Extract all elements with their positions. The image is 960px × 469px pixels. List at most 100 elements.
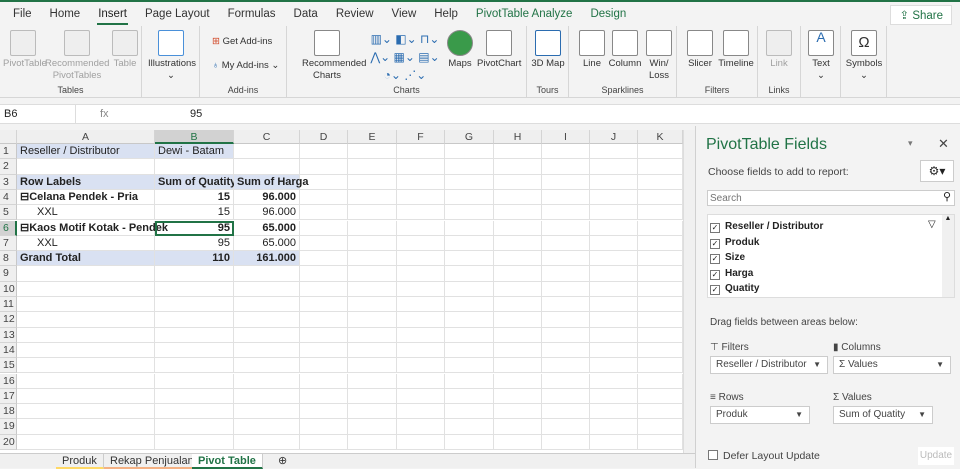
cell-e10[interactable] <box>348 281 397 297</box>
column-header-c[interactable]: C <box>234 130 300 144</box>
cell-g18[interactable] <box>445 404 494 420</box>
column-header-j[interactable]: J <box>590 130 638 144</box>
cell-g15[interactable] <box>445 358 494 374</box>
cell-b13[interactable] <box>155 327 234 343</box>
cell-i9[interactable] <box>542 266 590 282</box>
cell-i18[interactable] <box>542 404 590 420</box>
cell-b7[interactable]: 95 <box>155 235 234 252</box>
checkbox-checked-icon[interactable]: ✓ <box>710 254 720 264</box>
tab-review[interactable]: Review <box>327 3 383 25</box>
pivotchart-button[interactable]: PivotChart <box>477 30 521 70</box>
row-header[interactable]: 6 <box>0 220 17 236</box>
table-button[interactable]: Table <box>111 30 139 70</box>
cell-k16[interactable] <box>638 373 683 389</box>
checkbox-checked-icon[interactable]: ✓ <box>710 270 720 280</box>
cell-i12[interactable] <box>542 312 590 328</box>
row-header[interactable]: 17 <box>0 388 17 405</box>
row-header[interactable]: 2 <box>0 159 17 175</box>
cell-j11[interactable] <box>590 297 638 313</box>
cell-g6[interactable] <box>445 220 494 236</box>
cell-d11[interactable] <box>300 297 348 313</box>
cell-h13[interactable] <box>494 327 542 343</box>
cell-j6[interactable] <box>590 220 638 236</box>
cell-j15[interactable] <box>590 358 638 374</box>
cell-b4[interactable]: 15 <box>155 189 234 206</box>
cell-j20[interactable] <box>590 434 638 450</box>
cell-h16[interactable] <box>494 373 542 389</box>
tab-home[interactable]: Home <box>41 3 90 25</box>
field-list-scrollbar[interactable]: ▲ <box>942 215 954 297</box>
cell-f19[interactable] <box>397 419 445 435</box>
cell-k19[interactable] <box>638 419 683 435</box>
cell-f8[interactable] <box>397 251 445 267</box>
cell-j8[interactable] <box>590 251 638 267</box>
cell-g16[interactable] <box>445 373 494 389</box>
row-header[interactable]: 19 <box>0 419 17 435</box>
cell-c14[interactable] <box>234 342 300 359</box>
cell-b1[interactable]: Dewi - Batam <box>155 144 234 160</box>
cell-i1[interactable] <box>542 144 590 160</box>
cell-i6[interactable] <box>542 220 590 236</box>
cell-f1[interactable] <box>397 144 445 160</box>
cell-c13[interactable] <box>234 327 300 343</box>
cell-j13[interactable] <box>590 327 638 343</box>
cell-g2[interactable] <box>445 159 494 175</box>
cell-c18[interactable] <box>234 404 300 420</box>
cell-e12[interactable] <box>348 312 397 328</box>
cell-j16[interactable] <box>590 373 638 389</box>
cell-c9[interactable] <box>234 266 300 282</box>
cell-j18[interactable] <box>590 404 638 420</box>
chevron-down-icon[interactable]: ▼ <box>795 407 803 423</box>
recommended-pivottables-button[interactable]: Recommended PivotTables <box>45 30 109 82</box>
get-addins-button[interactable]: ⊞ Get Add-ins <box>212 36 272 48</box>
cell-a7[interactable]: XXL <box>17 235 155 252</box>
insert-function-icon[interactable]: fx <box>100 108 109 120</box>
values-field-pill[interactable]: Sum of Quatity ▼ <box>833 406 933 424</box>
cell-b18[interactable] <box>155 404 234 420</box>
cell-b16[interactable] <box>155 373 234 389</box>
cell-b6[interactable]: 95 <box>155 220 234 236</box>
cell-h8[interactable] <box>494 251 542 267</box>
cell-i14[interactable] <box>542 342 590 359</box>
chevron-down-icon[interactable]: ▼ <box>936 357 944 373</box>
symbols-button[interactable]: Ω Symbols ⌄ <box>845 30 883 82</box>
cell-h20[interactable] <box>494 434 542 450</box>
vertical-scrollbar[interactable] <box>683 130 695 453</box>
cell-c1[interactable] <box>234 144 300 160</box>
cell-e11[interactable] <box>348 297 397 313</box>
row-header[interactable]: 12 <box>0 312 17 328</box>
cell-a6[interactable]: ⊟Kaos Motif Kotak - Pendek <box>17 220 168 236</box>
cell-a9[interactable] <box>17 266 155 282</box>
cell-f13[interactable] <box>397 327 445 343</box>
cell-e3[interactable] <box>348 174 397 190</box>
row-header[interactable]: 8 <box>0 251 17 267</box>
cell-b3[interactable]: Sum of Quatity <box>155 174 236 190</box>
checkbox-unchecked-icon[interactable] <box>708 450 718 460</box>
illustrations-button[interactable]: Illustrations ⌄ <box>148 30 196 82</box>
filters-field-pill[interactable]: Reseller / Distributor ▼ <box>710 356 828 374</box>
tab-pivottable-analyze[interactable]: PivotTable Analyze <box>467 3 582 25</box>
cell-b14[interactable] <box>155 342 234 359</box>
cell-g3[interactable] <box>445 174 494 190</box>
cell-g7[interactable] <box>445 235 494 252</box>
cell-j14[interactable] <box>590 342 638 359</box>
cell-f6[interactable] <box>397 220 445 236</box>
row-header[interactable]: 16 <box>0 373 17 389</box>
cell-i16[interactable] <box>542 373 590 389</box>
cell-i20[interactable] <box>542 434 590 450</box>
column-header-g[interactable]: G <box>445 130 494 144</box>
cell-g10[interactable] <box>445 281 494 297</box>
cell-a16[interactable] <box>17 373 155 389</box>
cell-k7[interactable] <box>638 235 683 252</box>
cell-k15[interactable] <box>638 358 683 374</box>
cell-k13[interactable] <box>638 327 683 343</box>
cell-i13[interactable] <box>542 327 590 343</box>
cell-i10[interactable] <box>542 281 590 297</box>
chart-type-buttons[interactable]: ▥⌄ ◧⌄ ⊓⌄ ⋀⌄ ▦⌄ ▤⌄ ◔⌄ ⋰⌄ <box>365 30 445 84</box>
cell-j19[interactable] <box>590 419 638 435</box>
cell-d1[interactable] <box>300 144 348 160</box>
cell-j12[interactable] <box>590 312 638 328</box>
cell-g4[interactable] <box>445 189 494 206</box>
cell-h10[interactable] <box>494 281 542 297</box>
cell-b15[interactable] <box>155 358 234 374</box>
